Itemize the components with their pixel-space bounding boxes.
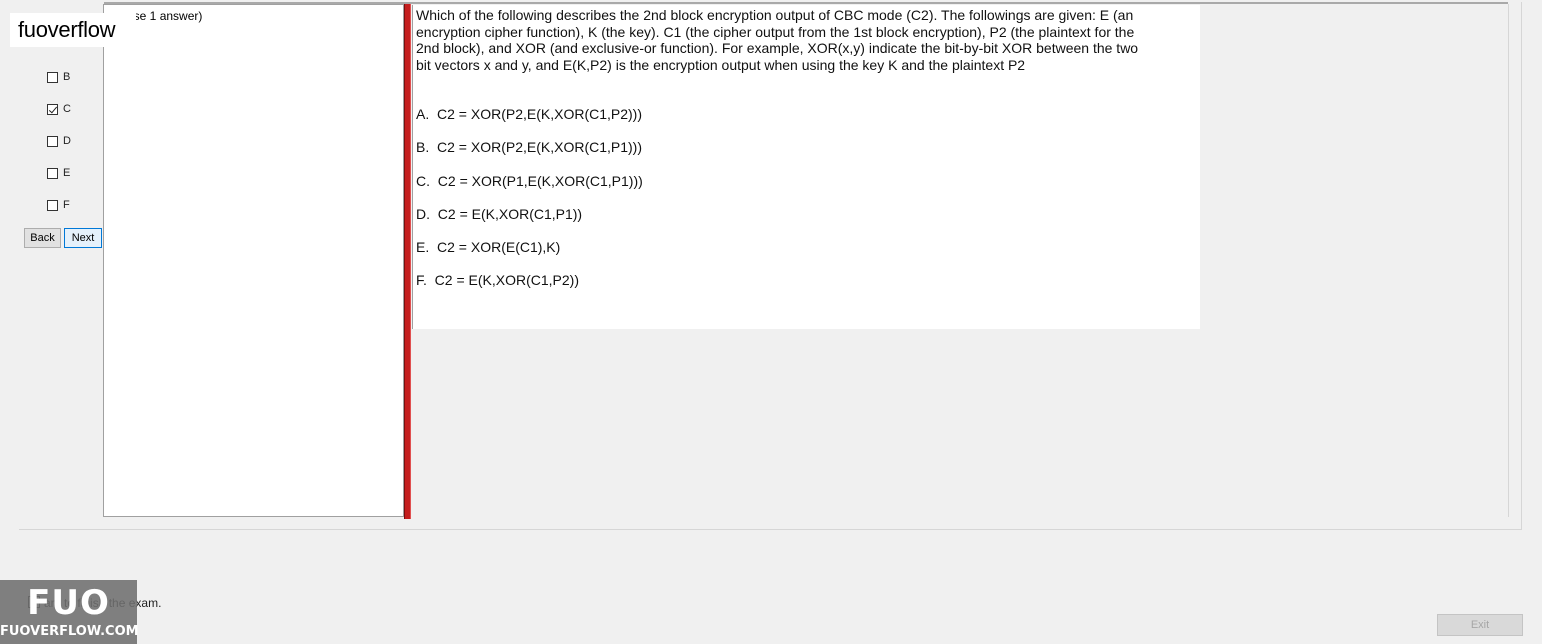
answer-option-e[interactable]: E: [47, 166, 70, 180]
checkbox-label-b: B: [63, 71, 71, 83]
question-text: Which of the following describes the 2nd…: [416, 7, 1139, 73]
watermark-label: fuoverflow: [10, 13, 136, 47]
question-option-c: C. C2 = XOR(P1,E(K,XOR(C1,P1))): [416, 173, 643, 189]
checkbox-label-f: F: [63, 199, 70, 211]
answer-option-d[interactable]: D: [47, 134, 71, 148]
logo-subtext: FUOVERFLOW.COM: [0, 624, 139, 639]
checkbox-d[interactable]: [47, 135, 58, 147]
pane-splitter[interactable]: [404, 4, 411, 519]
question-option-e: E. C2 = XOR(E(C1),K): [416, 239, 561, 255]
question-option-d: D. C2 = E(K,XOR(C1,P1)): [416, 206, 583, 222]
back-button[interactable]: Back: [24, 228, 61, 248]
checkbox-c[interactable]: [47, 103, 58, 115]
checkbox-label-d: D: [63, 135, 71, 147]
exit-button[interactable]: Exit: [1437, 614, 1523, 636]
question-option-a: A. C2 = XOR(P2,E(K,XOR(C1,P2))): [416, 106, 642, 122]
answer-option-f[interactable]: F: [47, 198, 70, 212]
answer-pane: [103, 4, 404, 517]
checkbox-e[interactable]: [47, 167, 58, 179]
next-button[interactable]: Next: [64, 228, 102, 248]
checkbox-label-e: E: [63, 167, 71, 179]
answer-instruction: ose 1 answer): [127, 9, 203, 23]
watermark-logo: FUO FUOVERFLOW.COM: [0, 580, 139, 644]
checkbox-label-c: C: [63, 103, 71, 115]
answer-option-c[interactable]: C: [47, 102, 71, 116]
answer-option-b[interactable]: B: [47, 70, 70, 84]
checkbox-f[interactable]: [47, 199, 58, 211]
logo-text: FUO: [27, 583, 110, 623]
question-option-b: B. C2 = XOR(P2,E(K,XOR(C1,P1))): [416, 139, 642, 155]
question-option-f: F. C2 = E(K,XOR(C1,P2)): [416, 272, 579, 288]
checkbox-b[interactable]: [47, 71, 58, 83]
